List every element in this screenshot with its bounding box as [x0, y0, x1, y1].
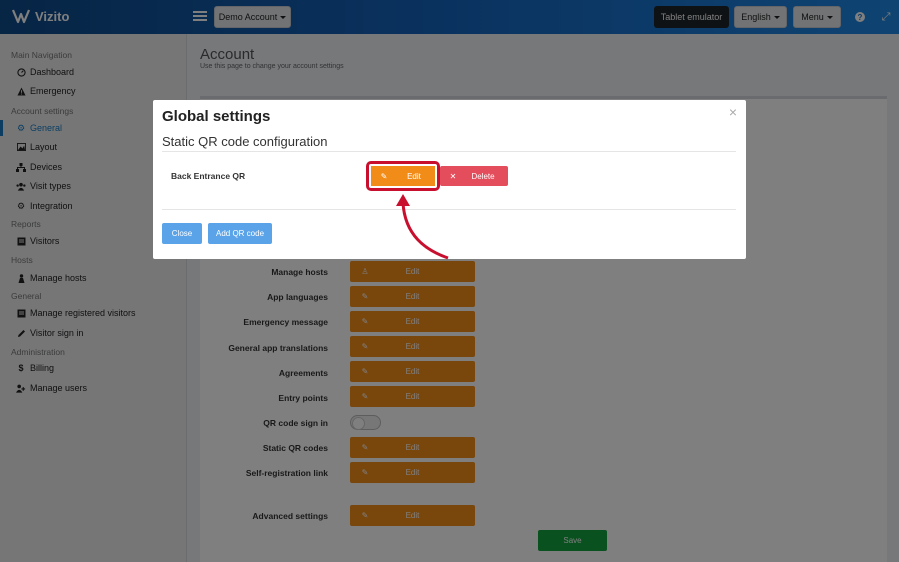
- close-icon[interactable]: ×: [726, 104, 740, 120]
- button-label: Delete: [471, 171, 495, 181]
- divider: [162, 151, 736, 152]
- divider: [162, 209, 736, 210]
- modal-backdrop[interactable]: [0, 0, 899, 562]
- global-settings-modal: Global settings × Static QR code configu…: [153, 100, 746, 259]
- modal-close-button[interactable]: Close: [162, 223, 202, 244]
- modal-subtitle: Static QR code configuration: [162, 134, 328, 149]
- qr-delete-button[interactable]: ✕ Delete: [440, 166, 508, 186]
- modal-title: Global settings: [162, 108, 271, 125]
- edit-button-highlight: [366, 161, 440, 191]
- qr-item-label: Back Entrance QR: [171, 171, 246, 181]
- close-icon: ✕: [449, 171, 457, 181]
- add-qr-code-button[interactable]: Add QR code: [208, 223, 272, 244]
